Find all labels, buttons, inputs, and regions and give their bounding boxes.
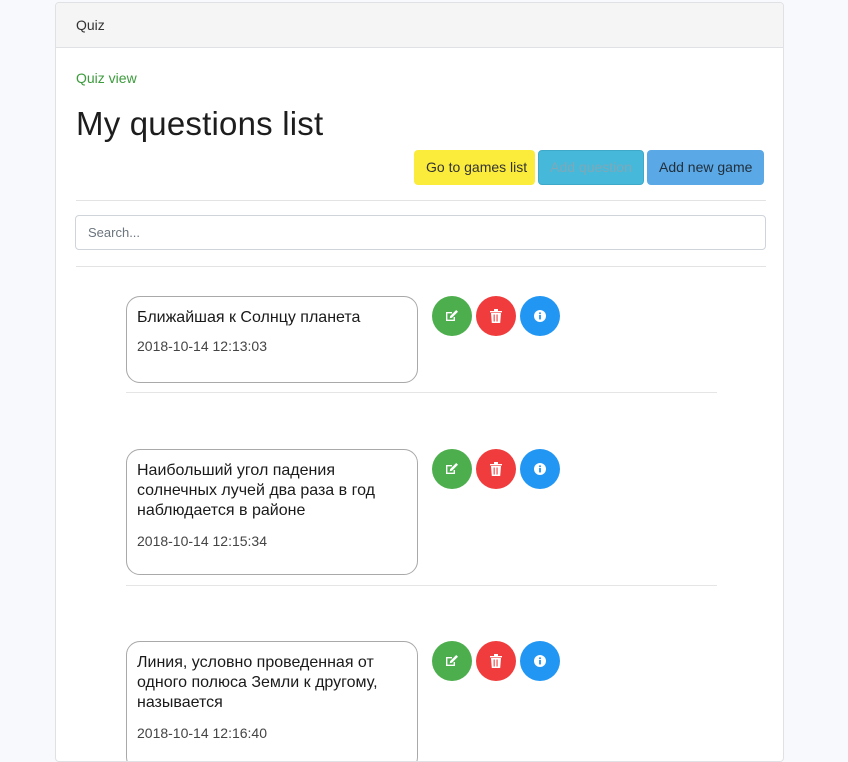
header-title: Quiz bbox=[76, 17, 105, 33]
question-text: Линия, условно проведенная от одного пол… bbox=[137, 654, 378, 711]
search-input[interactable] bbox=[75, 215, 766, 250]
toolbar: Go to games list Add question Add new ga… bbox=[414, 150, 764, 185]
delete-question-button[interactable] bbox=[476, 296, 516, 336]
edit-question-button[interactable] bbox=[432, 449, 472, 489]
quiz-view-link[interactable]: Quiz view bbox=[76, 70, 137, 86]
edit-icon bbox=[446, 310, 458, 321]
info-icon bbox=[534, 463, 546, 475]
card-header: Quiz bbox=[56, 3, 783, 48]
question-actions bbox=[432, 296, 560, 336]
question-text: Наибольший угол падения солнечных лучей … bbox=[137, 462, 375, 519]
toolbar-divider bbox=[76, 200, 766, 201]
edit-question-button[interactable] bbox=[432, 641, 472, 681]
info-question-button[interactable] bbox=[520, 449, 560, 489]
question-text: Ближайшая к Солнцу планета bbox=[137, 309, 361, 326]
question-card[interactable]: Ближайшая к Солнцу планета 2018-10-14 12… bbox=[126, 296, 418, 383]
trash-icon bbox=[490, 654, 502, 668]
edit-question-button[interactable] bbox=[432, 296, 472, 336]
page-title: My questions list bbox=[76, 105, 324, 142]
edit-icon bbox=[446, 463, 458, 474]
info-question-button[interactable] bbox=[520, 296, 560, 336]
search-divider bbox=[76, 266, 766, 267]
question-date: 2018-10-14 12:16:40 bbox=[137, 725, 267, 741]
question-actions bbox=[432, 641, 560, 681]
info-icon bbox=[534, 310, 546, 322]
question-date: 2018-10-14 12:13:03 bbox=[137, 338, 267, 354]
info-icon bbox=[534, 655, 546, 667]
question-card[interactable]: Наибольший угол падения солнечных лучей … bbox=[126, 449, 418, 575]
item-divider bbox=[126, 585, 717, 586]
delete-question-button[interactable] bbox=[476, 641, 516, 681]
add-new-game-button[interactable]: Add new game bbox=[647, 150, 764, 185]
question-date: 2018-10-14 12:15:34 bbox=[137, 533, 267, 549]
info-question-button[interactable] bbox=[520, 641, 560, 681]
go-to-games-list-button[interactable]: Go to games list bbox=[414, 150, 535, 185]
question-card[interactable]: Линия, условно проведенная от одного пол… bbox=[126, 641, 418, 761]
edit-icon bbox=[446, 655, 458, 666]
add-question-button[interactable]: Add question bbox=[538, 150, 644, 185]
delete-question-button[interactable] bbox=[476, 449, 516, 489]
quiz-card: Quiz Quiz view My questions list Go to g… bbox=[55, 2, 784, 762]
trash-icon bbox=[490, 309, 502, 323]
item-divider bbox=[126, 392, 717, 393]
question-actions bbox=[432, 449, 560, 489]
trash-icon bbox=[490, 462, 502, 476]
